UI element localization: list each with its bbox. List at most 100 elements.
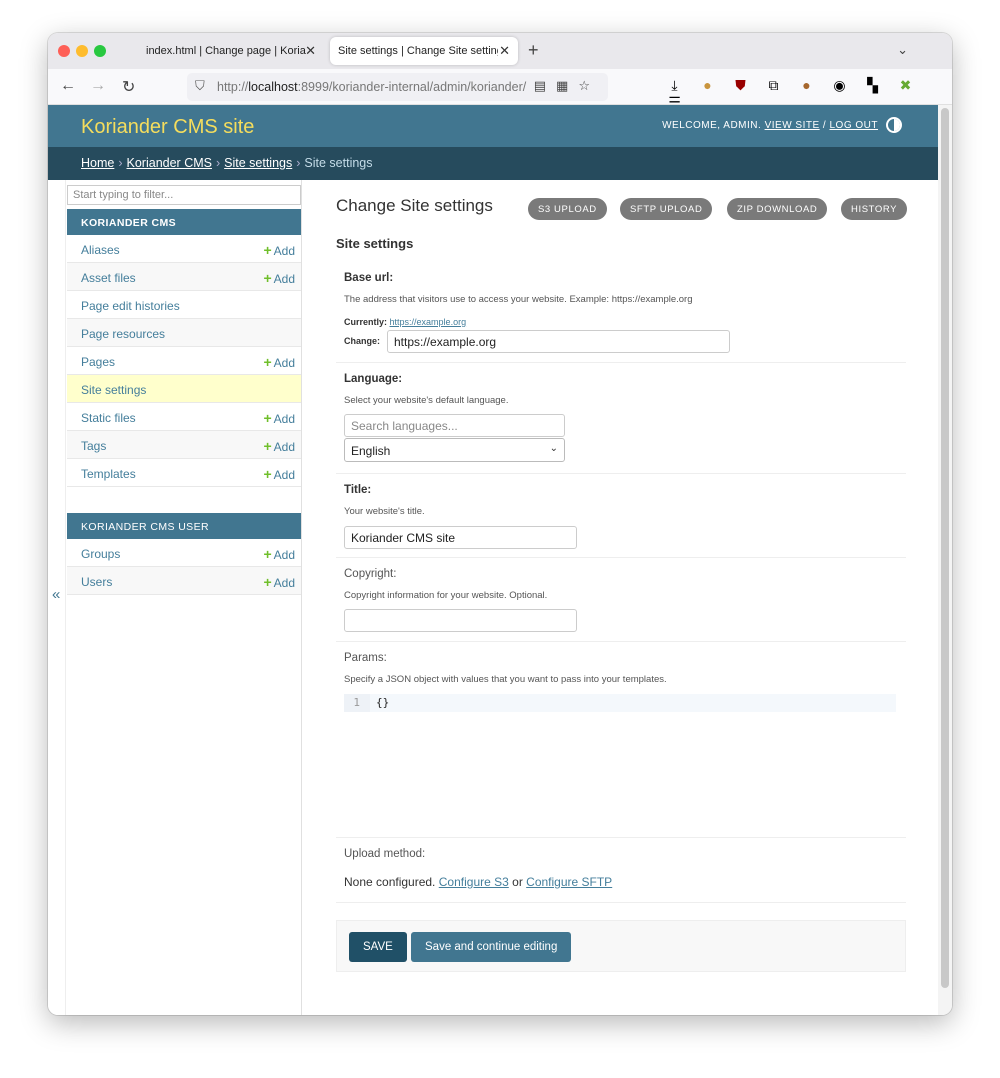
close-tab-icon[interactable]: ✕ [499, 43, 510, 59]
add-link[interactable]: + Add [263, 574, 295, 590]
sidebar-item-label[interactable]: Users [81, 575, 112, 589]
new-tab-icon[interactable]: + [528, 40, 539, 61]
sftp-upload-button[interactable]: SFTP UPLOAD [620, 198, 713, 220]
nav-filter-input[interactable]: Start typing to filter... [67, 185, 301, 205]
cookie-icon[interactable]: ● [691, 77, 724, 93]
url-host: localhost [248, 80, 298, 94]
forward-arrow-icon[interactable]: → [90, 77, 106, 95]
sidebar-item-label[interactable]: Pages [81, 355, 115, 369]
logout-link[interactable]: LOG OUT [829, 120, 878, 131]
zip-download-button[interactable]: ZIP DOWNLOAD [727, 198, 828, 220]
monkey-icon[interactable]: ● [790, 77, 823, 93]
sidebar-item-static-files[interactable]: Static files + Add [67, 403, 301, 431]
bookmark-star-icon[interactable]: ☆ [578, 78, 600, 93]
page-scrollbar[interactable] [938, 105, 952, 1015]
language-selected-value: English [351, 444, 391, 458]
add-link[interactable]: + Add [263, 242, 295, 258]
sidebar-item-asset-files[interactable]: Asset files + Add [67, 263, 301, 291]
sidebar-item-pages[interactable]: Pages + Add [67, 347, 301, 375]
sidebar-item-label[interactable]: Aliases [81, 243, 120, 257]
view-site-link[interactable]: VIEW SITE [765, 120, 820, 131]
sidebar-item-site-settings[interactable]: Site settings [67, 375, 301, 403]
current-url-link[interactable]: https://example.org [390, 317, 467, 327]
add-link[interactable]: + Add [263, 270, 295, 286]
upload-method-text: None configured. Configure S3 or Configu… [344, 875, 612, 889]
sidebar-item-users[interactable]: Users + Add [67, 567, 301, 595]
add-label: Add [273, 412, 295, 426]
breadcrumb-model-link[interactable]: Site settings [224, 156, 292, 170]
shield-icon[interactable]: ⛉ [195, 78, 205, 94]
sidebar-item-label[interactable]: Site settings [81, 383, 146, 397]
grid-apps-icon[interactable]: ▚ [856, 77, 889, 94]
configure-s3-link[interactable]: Configure S3 [439, 875, 509, 889]
sidebar-item-page-resources[interactable]: Page resources [67, 319, 301, 347]
browser-tab-1[interactable]: index.html | Change page | Koriander ✕ [138, 37, 324, 65]
puzzle-extensions-icon[interactable]: ⧉ [757, 77, 790, 94]
url-bar[interactable]: ⛉ http://localhost:8999/koriander-intern… [187, 73, 608, 101]
sidebar-item-label[interactable]: Page edit histories [81, 299, 180, 313]
module-caption[interactable]: KORIANDER CMS USER [67, 513, 301, 539]
ublock-icon[interactable]: ⛊ [724, 77, 757, 94]
pocket-icon[interactable]: ◉ [823, 77, 856, 94]
sidebar-item-page-edit-histories[interactable]: Page edit histories [67, 291, 301, 319]
sidebar-item-label[interactable]: Static files [81, 411, 136, 425]
scrollbar-thumb[interactable] [941, 108, 949, 988]
module-caption[interactable]: KORIANDER CMS [67, 209, 301, 235]
add-link[interactable]: + Add [263, 466, 295, 482]
browser-window: index.html | Change page | Koriander ✕ S… [48, 33, 952, 1015]
configure-sftp-link[interactable]: Configure SFTP [526, 875, 612, 889]
reader-view-icon[interactable]: ▤ [534, 78, 556, 93]
params-code-editor[interactable]: 1 {} [344, 694, 896, 712]
collapse-sidebar-icon[interactable]: « [52, 586, 60, 603]
tab-strip: index.html | Change page | Koriander ✕ S… [48, 33, 952, 69]
url-bar-icons: ▤▦☆ [534, 78, 600, 94]
qr-code-icon[interactable]: ▦ [556, 78, 578, 93]
chevron-down-icon[interactable]: ⌄ [897, 42, 908, 58]
add-link[interactable]: + Add [263, 438, 295, 454]
sidebar-item-label[interactable]: Page resources [81, 327, 165, 341]
minimize-window-button[interactable] [76, 45, 88, 57]
add-link[interactable]: + Add [263, 546, 295, 562]
nav-sidebar: « Start typing to filter... KORIANDER CM… [48, 180, 302, 1015]
params-code[interactable]: {} [376, 696, 389, 709]
language-select[interactable]: English ⌄ [344, 438, 565, 462]
close-tab-icon[interactable]: ✕ [305, 43, 316, 59]
browser-tab-2[interactable]: Site settings | Change Site settings | ✕ [330, 37, 518, 65]
sidebar-item-groups[interactable]: Groups + Add [67, 539, 301, 567]
download-icon[interactable]: ⤓ [658, 77, 691, 94]
close-window-button[interactable] [58, 45, 70, 57]
breadcrumb-app-link[interactable]: Koriander CMS [127, 156, 212, 170]
copyright-label: Copyright: [344, 568, 397, 580]
sidebar-item-label[interactable]: Templates [81, 467, 136, 481]
add-link[interactable]: + Add [263, 354, 295, 370]
sidebar-item-templates[interactable]: Templates + Add [67, 459, 301, 487]
base-url-input[interactable]: https://example.org [387, 330, 730, 353]
change-form: Change Site settings S3 UPLOAD SFTP UPLO… [336, 180, 908, 1015]
url-text[interactable]: http://localhost:8999/koriander-internal… [217, 80, 527, 94]
reload-icon[interactable]: ↻ [122, 77, 135, 97]
back-arrow-icon[interactable]: ← [60, 77, 76, 95]
form-row-params: Params: Specify a JSON object with value… [336, 642, 906, 838]
theme-toggle-icon[interactable] [886, 117, 902, 133]
toggle-nav-sidebar[interactable]: « [48, 180, 66, 1015]
sidebar-item-label[interactable]: Groups [81, 547, 120, 561]
admin-header: Koriander CMS site WELCOME, ADMIN. VIEW … [48, 105, 938, 147]
history-button[interactable]: HISTORY [841, 198, 908, 220]
copyright-input[interactable] [344, 609, 577, 632]
title-input[interactable]: Koriander CMS site [344, 526, 577, 549]
sidebar-item-label[interactable]: Tags [81, 439, 106, 453]
breadcrumb-home-link[interactable]: Home [81, 156, 114, 170]
save-button[interactable]: SAVE [349, 932, 407, 962]
form-row-title: Title: Your website's title. Koriander C… [336, 474, 906, 558]
sidebar-item-label[interactable]: Asset files [81, 271, 136, 285]
sidebar-item-tags[interactable]: Tags + Add [67, 431, 301, 459]
add-label: Add [273, 440, 295, 454]
cross-extension-icon[interactable]: ✖ [889, 77, 922, 94]
maximize-window-button[interactable] [94, 45, 106, 57]
add-link[interactable]: + Add [263, 410, 295, 426]
s3-upload-button[interactable]: S3 UPLOAD [528, 198, 607, 220]
site-brand[interactable]: Koriander CMS site [81, 116, 254, 139]
sidebar-item-aliases[interactable]: Aliases + Add [67, 235, 301, 263]
save-and-continue-button[interactable]: Save and continue editing [411, 932, 572, 962]
language-search-input[interactable]: Search languages... [344, 414, 565, 437]
